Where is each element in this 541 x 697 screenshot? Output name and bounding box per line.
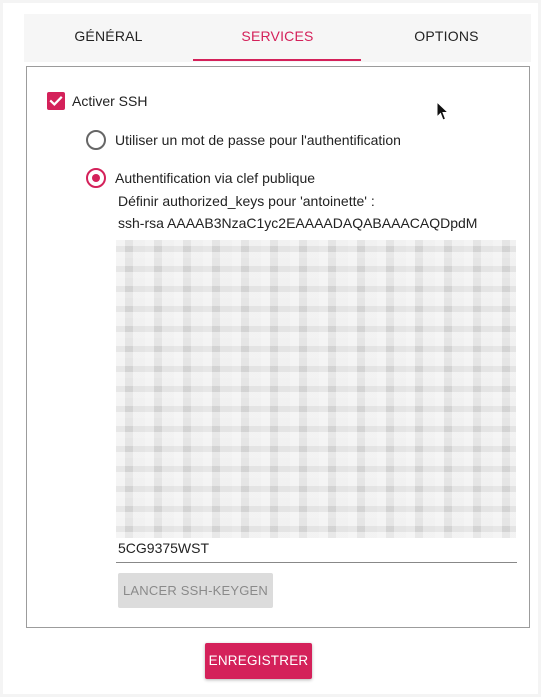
tab-options[interactable]: OPTIONS bbox=[362, 14, 531, 58]
pubkey-auth-radio[interactable] bbox=[86, 168, 106, 188]
authorized-keys-label: Définir authorized_keys pour 'antoinette… bbox=[118, 193, 375, 209]
tab-services[interactable]: SERVICES bbox=[193, 14, 362, 58]
save-button[interactable]: ENREGISTRER bbox=[205, 643, 312, 679]
tab-general[interactable]: GÉNÉRAL bbox=[24, 14, 193, 58]
authorized-keys-textarea[interactable] bbox=[116, 240, 516, 538]
authorized-keys-last-line[interactable]: 5CG9375WST bbox=[118, 540, 209, 556]
enable-ssh-checkbox[interactable] bbox=[47, 92, 65, 110]
pubkey-auth-label: Authentification via clef publique bbox=[115, 170, 316, 186]
enable-ssh-label: Activer SSH bbox=[72, 93, 148, 109]
authorized-keys-first-line[interactable]: ssh-rsa AAAAB3NzaC1yc2EAAAADAQABAAACAQDp… bbox=[118, 215, 518, 231]
active-tab-indicator bbox=[193, 59, 361, 61]
tab-bar: GÉNÉRAL SERVICES OPTIONS bbox=[24, 14, 531, 62]
ssh-keygen-button[interactable]: LANCER SSH-KEYGEN bbox=[118, 573, 273, 608]
textarea-underline bbox=[116, 562, 517, 563]
checkmark-icon bbox=[49, 96, 63, 106]
password-auth-radio[interactable] bbox=[86, 130, 106, 150]
password-auth-label: Utiliser un mot de passe pour l'authenti… bbox=[115, 132, 401, 148]
mouse-cursor-icon bbox=[436, 101, 450, 121]
